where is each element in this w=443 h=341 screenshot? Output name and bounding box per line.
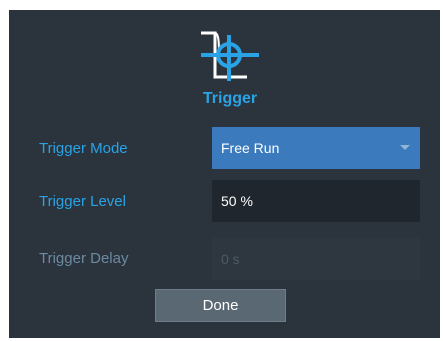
done-button[interactable]: Done [155,289,286,322]
chevron-down-icon [400,145,410,150]
trigger-delay-label: Trigger Delay [39,250,129,267]
trigger-icon [197,25,259,93]
trigger-mode-label: Trigger Mode [39,140,128,157]
trigger-level-input[interactable]: 50 % [212,180,420,222]
trigger-level-label: Trigger Level [39,193,126,210]
trigger-mode-select[interactable]: Free Run [212,127,420,169]
dialog-title: Trigger [202,90,258,107]
trigger-mode-value: Free Run [221,140,280,156]
trigger-delay-input: 0 s [212,238,420,280]
